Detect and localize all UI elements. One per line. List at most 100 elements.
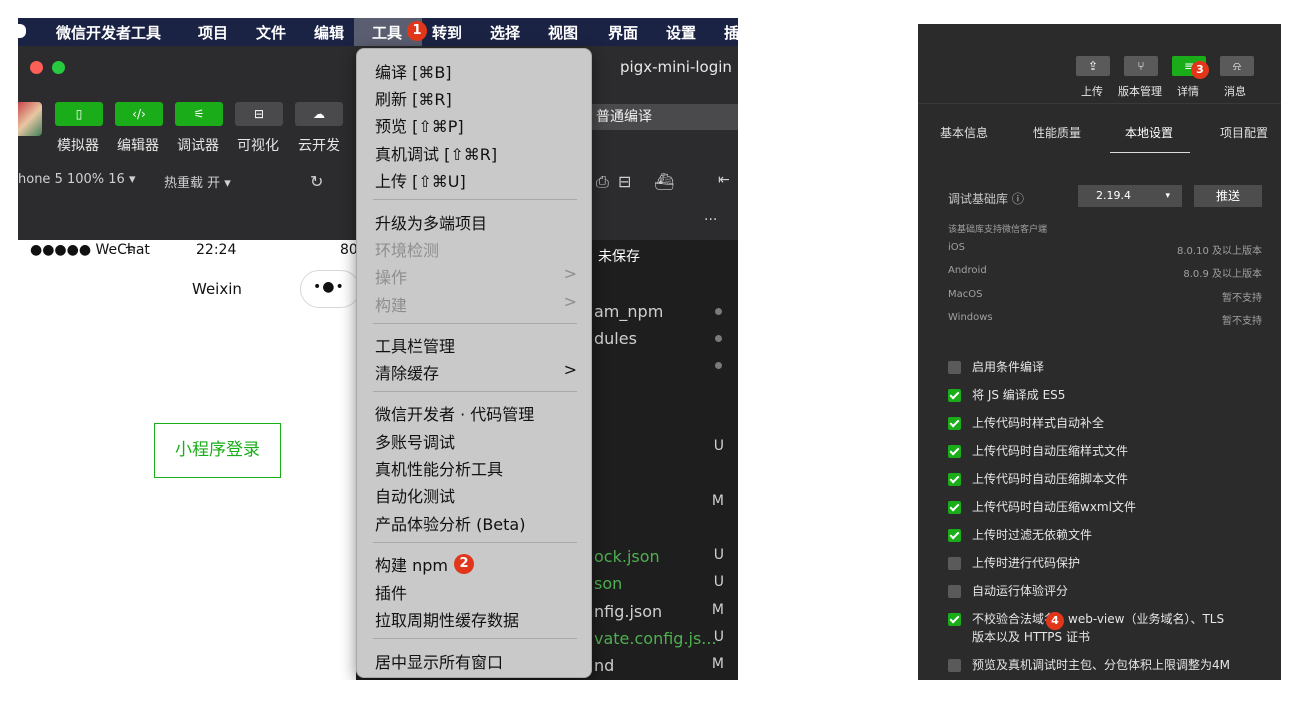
compile-mode-select[interactable]: 普通编译 bbox=[592, 104, 738, 130]
refresh-icon[interactable]: ↻ bbox=[310, 172, 323, 191]
support-title: 该基础库支持微信客户端 bbox=[948, 225, 1048, 235]
device-select[interactable]: hone 5 100% 16 ▾ bbox=[18, 172, 135, 187]
code-icon: ‹/› bbox=[132, 107, 146, 121]
menu-item-plugins[interactable]: 插件 bbox=[375, 580, 407, 604]
chevron-right-icon: > bbox=[563, 360, 577, 379]
capsule-menu[interactable]: •●• bbox=[300, 270, 360, 308]
checkbox[interactable] bbox=[948, 557, 961, 570]
visual-label: 可视化 bbox=[237, 138, 279, 154]
mac-menu-bar: 微信开发者工具 项目 文件 编辑 工具 转到 选择 视图 界面 设置 插 bbox=[18, 18, 738, 46]
menu-item-code-management[interactable]: 微信开发者 · 代码管理 bbox=[375, 401, 534, 425]
menu-item-refresh[interactable]: 刷新 [⌘R] bbox=[375, 86, 452, 110]
checkbox[interactable] bbox=[948, 473, 961, 486]
sdk-version-row: 调试基础库 ⓘ 2.19.4 ▾ 推送 bbox=[918, 182, 1281, 212]
status-dot bbox=[715, 362, 722, 369]
menu-item-multi-platform[interactable]: 升级为多端项目 bbox=[375, 210, 487, 234]
menu-view[interactable]: 视图 bbox=[548, 22, 578, 43]
checkbox[interactable] bbox=[948, 585, 961, 598]
menu-item-preview[interactable]: 预览 [⇧⌘P] bbox=[375, 113, 464, 137]
menu-item-perf-analysis[interactable]: 真机性能分析工具 bbox=[375, 456, 503, 480]
time-label: 22:24 bbox=[196, 242, 237, 258]
menu-settings[interactable]: 设置 bbox=[666, 22, 696, 43]
close-window-icon[interactable] bbox=[30, 61, 43, 74]
menu-item-periodic-cache[interactable]: 拉取周期性缓存数据 bbox=[375, 607, 519, 631]
checkbox[interactable] bbox=[948, 529, 961, 542]
nav-title: Weixin bbox=[192, 280, 242, 298]
layout-icon: ⊟ bbox=[253, 107, 265, 121]
phone-icon: ▯ bbox=[75, 107, 83, 121]
zoom-window-icon[interactable] bbox=[52, 61, 65, 74]
details-panel: ⇪ ⑂ ≡ ⍾ 上传 版本管理 详情 消息 3 基本信息 性能质量 本地设置 项… bbox=[918, 24, 1281, 680]
checkbox[interactable] bbox=[948, 613, 961, 626]
menu-item-multi-account[interactable]: 多账号调试 bbox=[375, 429, 455, 453]
menu-interface[interactable]: 界面 bbox=[608, 22, 638, 43]
cloud-icon: ☁ bbox=[313, 107, 325, 121]
menu-divider bbox=[373, 638, 577, 639]
editor-toggle[interactable]: ‹/› bbox=[115, 102, 163, 126]
checkbox[interactable] bbox=[948, 361, 961, 374]
debugger-toggle[interactable]: ⚟ bbox=[175, 102, 223, 126]
cloud-dev-button[interactable]: ☁ bbox=[295, 102, 343, 126]
simulator-label: 模拟器 bbox=[57, 138, 99, 154]
tab-project-config[interactable]: 项目配置 bbox=[1220, 124, 1268, 141]
menu-item-upload[interactable]: 上传 [⇧⌘U] bbox=[375, 168, 466, 192]
menu-goto[interactable]: 转到 bbox=[432, 22, 462, 43]
collapse-icon[interactable]: ⇤ bbox=[718, 172, 730, 188]
menu-item-compile[interactable]: 编译 [⌘B] bbox=[375, 59, 452, 83]
tab-performance[interactable]: 性能质量 bbox=[1033, 124, 1081, 141]
menu-item-clear-cache[interactable]: 清除缓存 bbox=[375, 360, 439, 384]
mini-program-login-button[interactable]: 小程序登录 bbox=[154, 423, 281, 478]
checkbox[interactable] bbox=[948, 389, 961, 402]
docker-icon[interactable]: ⛴ bbox=[654, 172, 674, 191]
tab-basic-info[interactable]: 基本信息 bbox=[940, 124, 988, 141]
apple-icon[interactable] bbox=[18, 24, 26, 38]
menu-app[interactable]: 微信开发者工具 bbox=[56, 22, 161, 43]
messages-button[interactable]: ⍾ bbox=[1220, 56, 1254, 76]
messages-label: 消息 bbox=[1224, 85, 1246, 98]
layout-icon-2[interactable]: ⊟ bbox=[618, 172, 631, 191]
more-icon[interactable]: ... bbox=[704, 208, 717, 224]
checkbox[interactable] bbox=[948, 501, 961, 514]
menu-divider bbox=[373, 323, 577, 324]
upload-label: 上传 bbox=[1081, 85, 1103, 98]
menu-item-center-windows[interactable]: 居中显示所有窗口 bbox=[375, 649, 503, 673]
avatar[interactable] bbox=[18, 102, 42, 136]
menu-item-build: 构建 bbox=[375, 296, 408, 315]
checkbox[interactable] bbox=[948, 659, 961, 672]
menu-divider bbox=[373, 199, 577, 200]
menu-item-experience-analysis[interactable]: 产品体验分析 (Beta) bbox=[375, 511, 525, 535]
step-badge-3: 3 bbox=[1191, 61, 1209, 79]
save-icon[interactable]: ⎙ bbox=[596, 172, 609, 192]
menu-plugin[interactable]: 插 bbox=[724, 22, 738, 43]
upload-icon: ⇪ bbox=[1087, 59, 1099, 73]
hot-reload-toggle[interactable]: 热重载 开 ▾ bbox=[164, 172, 231, 191]
menu-select[interactable]: 选择 bbox=[490, 22, 520, 43]
checkbox[interactable] bbox=[948, 445, 961, 458]
support-row: Android 8.0.9 及以上版本 bbox=[948, 265, 1262, 280]
menu-item-automation[interactable]: 自动化测试 bbox=[375, 483, 455, 507]
step-badge-4: 4 bbox=[1046, 612, 1064, 630]
menu-item-build-npm[interactable]: 构建 npm bbox=[375, 552, 448, 576]
window-title: pigx-mini-login bbox=[620, 58, 732, 76]
menu-divider bbox=[373, 542, 577, 543]
menu-file[interactable]: 文件 bbox=[256, 22, 286, 43]
checkbox[interactable] bbox=[948, 417, 961, 430]
menu-edit[interactable]: 编辑 bbox=[314, 22, 344, 43]
upload-button[interactable]: ⇪ bbox=[1076, 56, 1110, 76]
tab-local-settings[interactable]: 本地设置 bbox=[1125, 124, 1173, 141]
menu-tools[interactable]: 工具 bbox=[372, 22, 402, 43]
menu-divider bbox=[373, 391, 577, 392]
simulator-toggle[interactable]: ▯ bbox=[55, 102, 103, 126]
support-row: iOS 8.0.10 及以上版本 bbox=[948, 242, 1262, 257]
push-button[interactable]: 推送 bbox=[1194, 185, 1262, 207]
visual-button[interactable]: ⊟ bbox=[235, 102, 283, 126]
version-button[interactable]: ⑂ bbox=[1124, 56, 1158, 76]
debugger-label: 调试器 bbox=[177, 138, 219, 154]
menu-item-remote-debug[interactable]: 真机调试 [⇧⌘R] bbox=[375, 141, 497, 165]
menu-item-toolbar-manage[interactable]: 工具栏管理 bbox=[375, 333, 455, 357]
sdk-version-select[interactable]: 2.19.4 ▾ bbox=[1078, 185, 1182, 207]
menu-project[interactable]: 项目 bbox=[198, 22, 228, 43]
step-badge-2: 2 bbox=[454, 554, 474, 574]
support-row: Windows 暂不支持 bbox=[948, 312, 1262, 327]
cloud-dev-label: 云开发 bbox=[298, 138, 340, 154]
